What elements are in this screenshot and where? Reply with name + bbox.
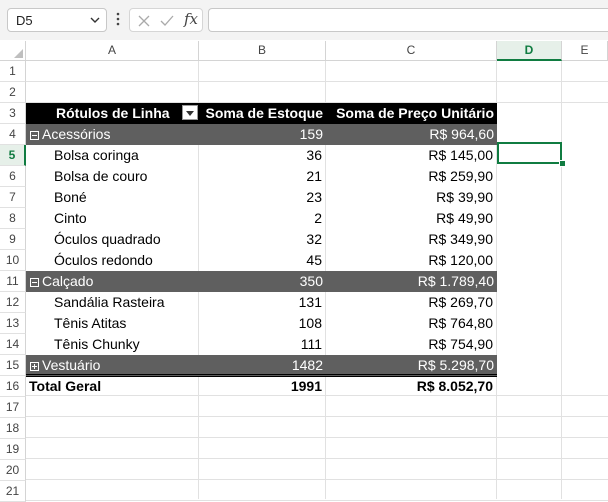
item-stock[interactable]: 111 xyxy=(199,334,325,355)
row-header-9[interactable]: 9 xyxy=(0,229,26,250)
row-header-18[interactable]: 18 xyxy=(0,418,26,439)
total-label[interactable]: Total Geral xyxy=(26,376,198,397)
row-header-6[interactable]: 6 xyxy=(0,166,26,187)
row-header-14[interactable]: 14 xyxy=(0,334,26,355)
item-stock[interactable]: 21 xyxy=(199,166,325,187)
row-header-15[interactable]: 15 xyxy=(0,355,26,376)
group-label: Vestuário xyxy=(42,357,101,373)
pivot-header-row-labels[interactable]: Rótulos de Linha xyxy=(26,103,199,124)
insert-function-icon[interactable]: fx xyxy=(184,10,198,28)
select-all-button[interactable] xyxy=(0,41,26,61)
group-label: Calçado xyxy=(42,273,94,289)
group-stock[interactable]: 350 xyxy=(199,271,326,292)
item-stock[interactable]: 108 xyxy=(199,313,325,334)
item-label[interactable]: Cinto xyxy=(26,208,198,229)
row-header-20[interactable]: 20 xyxy=(0,460,26,481)
item-stock[interactable]: 36 xyxy=(199,145,325,166)
item-label[interactable]: Bolsa coringa xyxy=(26,145,198,166)
row-header-5[interactable]: 5 xyxy=(0,145,26,166)
item-stock[interactable]: 32 xyxy=(199,229,325,250)
column-header-b[interactable]: B xyxy=(199,41,326,61)
item-price[interactable]: R$ 39,90 xyxy=(326,187,496,208)
group-price[interactable]: R$ 964,60 xyxy=(326,124,497,145)
name-box[interactable]: D5 xyxy=(7,8,107,32)
pivot-group-row[interactable]: Acessórios xyxy=(26,124,199,145)
row-header-12[interactable]: 12 xyxy=(0,292,26,313)
item-price[interactable]: R$ 754,90 xyxy=(326,334,496,355)
group-price[interactable]: R$ 5.298,70 xyxy=(326,355,497,376)
formula-input[interactable] xyxy=(208,8,608,32)
row-header-1[interactable]: 1 xyxy=(0,61,26,82)
more-options-icon[interactable] xyxy=(115,11,121,27)
row-header-2[interactable]: 2 xyxy=(0,82,26,103)
column-header-e[interactable]: E xyxy=(562,41,608,61)
filter-dropdown-icon[interactable] xyxy=(182,105,198,120)
item-stock[interactable]: 2 xyxy=(199,208,325,229)
item-label[interactable]: Bolsa de couro xyxy=(26,166,198,187)
row-header-3[interactable]: 3 xyxy=(0,103,26,124)
item-stock[interactable]: 23 xyxy=(199,187,325,208)
chevron-down-icon[interactable] xyxy=(90,15,100,25)
item-label[interactable]: Sandália Rasteira xyxy=(26,292,198,313)
row-header-8[interactable]: 8 xyxy=(0,208,26,229)
item-label[interactable]: Boné xyxy=(26,187,198,208)
collapse-icon[interactable] xyxy=(30,278,39,287)
item-price[interactable]: R$ 259,90 xyxy=(326,166,496,187)
column-header-a[interactable]: A xyxy=(26,41,199,61)
item-stock[interactable]: 45 xyxy=(199,250,325,271)
expand-icon[interactable] xyxy=(30,362,39,371)
item-price[interactable]: R$ 269,70 xyxy=(326,292,496,313)
active-cell-selection[interactable] xyxy=(497,142,562,164)
item-stock[interactable]: 131 xyxy=(199,292,325,313)
group-price[interactable]: R$ 1.789,40 xyxy=(326,271,497,292)
column-header-c[interactable]: C xyxy=(326,41,497,61)
collapse-icon[interactable] xyxy=(30,131,39,140)
cancel-icon[interactable] xyxy=(136,13,152,29)
item-price[interactable]: R$ 349,90 xyxy=(326,229,496,250)
item-price[interactable]: R$ 49,90 xyxy=(326,208,496,229)
item-price[interactable]: R$ 145,00 xyxy=(326,145,496,166)
pivot-group-row[interactable]: Vestuário xyxy=(26,355,199,376)
check-icon[interactable] xyxy=(159,13,175,29)
group-stock[interactable]: 159 xyxy=(199,124,326,145)
row-header-4[interactable]: 4 xyxy=(0,124,26,145)
item-label[interactable]: Óculos quadrado xyxy=(26,229,198,250)
row-header-17[interactable]: 17 xyxy=(0,397,26,418)
item-price[interactable]: R$ 120,00 xyxy=(326,250,496,271)
pivot-group-row[interactable]: Calçado xyxy=(26,271,199,292)
pivot-header-stock[interactable]: Soma de Estoque xyxy=(199,103,326,124)
row-header-11[interactable]: 11 xyxy=(0,271,26,292)
group-label: Acessórios xyxy=(42,126,111,142)
group-stock[interactable]: 1482 xyxy=(199,355,326,376)
column-header-d[interactable]: D xyxy=(497,41,562,61)
row-header-13[interactable]: 13 xyxy=(0,313,26,334)
item-price[interactable]: R$ 764,80 xyxy=(326,313,496,334)
formula-actions: fx xyxy=(129,8,203,32)
pivot-header-price[interactable]: Soma de Preço Unitário xyxy=(326,103,497,124)
fill-handle[interactable] xyxy=(559,160,566,167)
name-box-value: D5 xyxy=(16,13,33,28)
item-label[interactable]: Óculos redondo xyxy=(26,250,198,271)
item-label[interactable]: Tênis Atitas xyxy=(26,313,198,334)
total-price[interactable]: R$ 8.052,70 xyxy=(326,376,496,397)
row-header-10[interactable]: 10 xyxy=(0,250,26,271)
total-stock[interactable]: 1991 xyxy=(199,376,325,397)
row-header-16[interactable]: 16 xyxy=(0,376,26,397)
item-label[interactable]: Tênis Chunky xyxy=(26,334,198,355)
row-header-7[interactable]: 7 xyxy=(0,187,26,208)
row-header-19[interactable]: 19 xyxy=(0,439,26,460)
formula-bar: D5 fx xyxy=(0,0,608,40)
